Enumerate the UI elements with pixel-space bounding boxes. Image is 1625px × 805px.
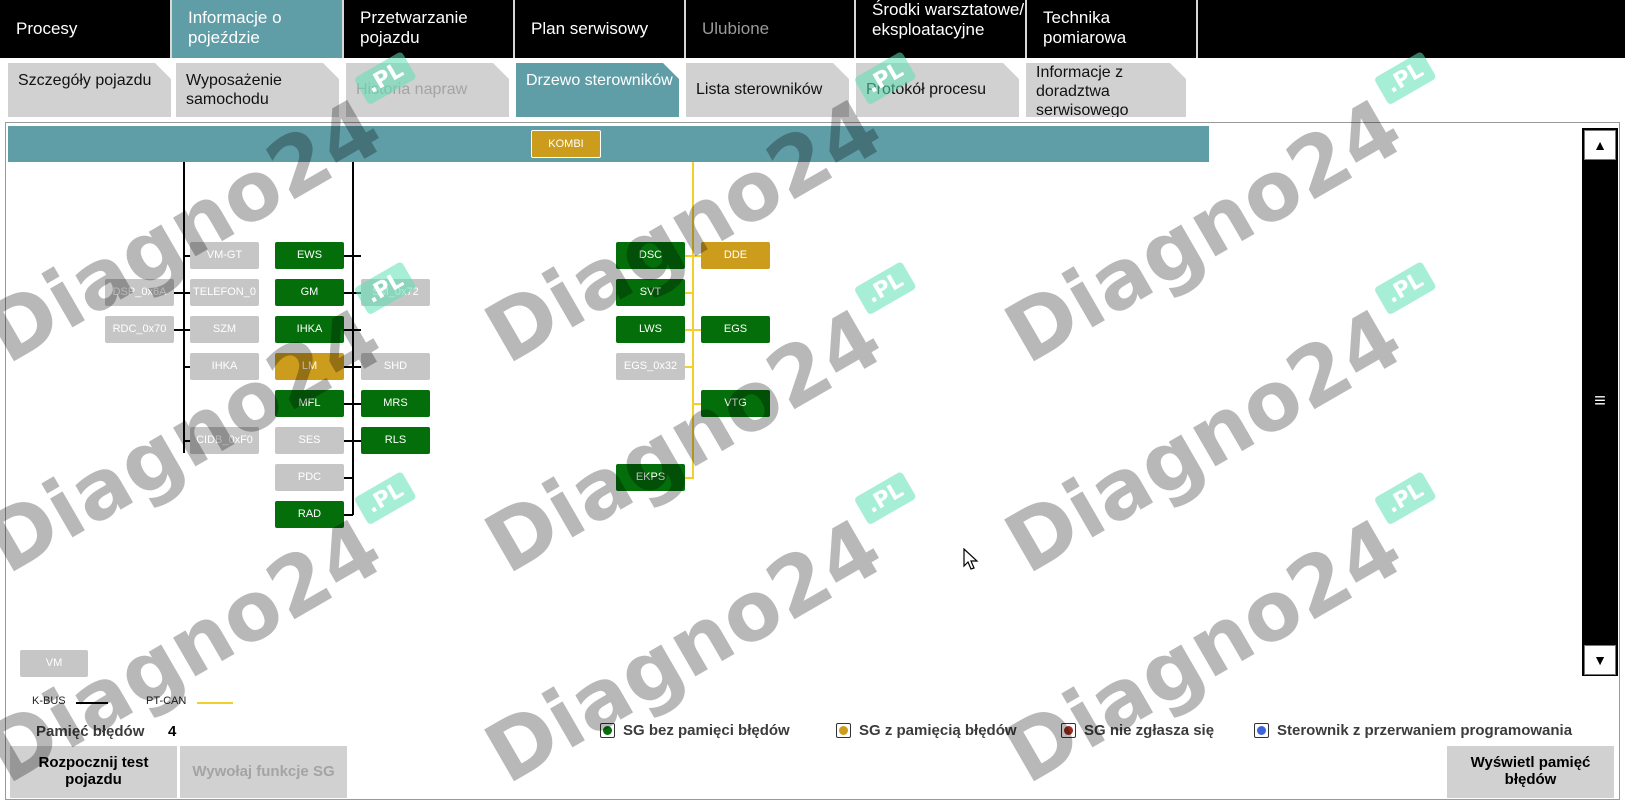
connector bbox=[343, 292, 361, 294]
connector bbox=[343, 366, 361, 368]
ecu-mfl[interactable]: MFL bbox=[275, 390, 344, 417]
ecu-egs[interactable]: EGS bbox=[701, 316, 770, 343]
ecu-dde[interactable]: DDE bbox=[701, 242, 770, 269]
subtab-drzewo-sterownikow[interactable]: Drzewo sterowników bbox=[516, 63, 679, 117]
ptcan-line bbox=[692, 162, 694, 479]
ecu-rdc[interactable]: RDC_0x70 bbox=[105, 316, 174, 343]
scroll-up-icon[interactable]: ▲ bbox=[1584, 130, 1616, 160]
ecu-rad[interactable]: RAD bbox=[275, 501, 344, 528]
ecu-rls[interactable]: RLS bbox=[361, 427, 430, 454]
ecu-mrs[interactable]: MRS bbox=[361, 390, 430, 417]
legend-programming-interrupted: Sterownik z przerwaniem programowania bbox=[1254, 722, 1572, 739]
ecu-tree-panel bbox=[5, 122, 1620, 800]
subtab-szczegoly-pojazdu[interactable]: Szczegóły pojazdu bbox=[8, 63, 171, 117]
ecu-ekps[interactable]: EKPS bbox=[616, 464, 685, 491]
kbus-line-left bbox=[183, 162, 185, 453]
subtab-protokol-procesu[interactable]: Protokół procesu bbox=[856, 63, 1019, 117]
ecu-dsp[interactable]: DSP_0x6A bbox=[105, 279, 174, 306]
connector bbox=[684, 329, 702, 331]
tab-ulubione[interactable]: Ulubione bbox=[686, 0, 856, 58]
subtab-lista-sterownikow[interactable]: Lista sterowników bbox=[686, 63, 849, 117]
ecu-vm[interactable]: VM bbox=[20, 650, 88, 677]
scroll-grip-icon[interactable]: ≡ bbox=[1589, 391, 1611, 411]
tree-header-bar bbox=[8, 126, 1209, 162]
connector bbox=[684, 477, 694, 479]
red-dot-icon bbox=[1061, 723, 1076, 738]
ecu-lm[interactable]: LM bbox=[275, 353, 344, 380]
legend-with-fault: SG z pamięcią błędów bbox=[836, 722, 1017, 739]
ptcan-legend-swatch bbox=[197, 702, 233, 704]
tab-srodki-warsztatowe[interactable]: Środki warsztatowe/ eksploatacyjne bbox=[856, 0, 1027, 58]
tab-informacje-o-pojezdzie[interactable]: Informacje o pojeździe bbox=[172, 0, 344, 58]
legend-label: SG bez pamięci błędów bbox=[623, 722, 790, 739]
tab-technika-pomiarowa[interactable]: Technika pomiarowa bbox=[1027, 0, 1198, 58]
ecu-szm[interactable]: SZM bbox=[190, 316, 259, 343]
ecu-ihka[interactable]: IHKA bbox=[275, 316, 344, 343]
legend-no-fault: SG bez pamięci błędów bbox=[600, 722, 790, 739]
top-tab-bar: Procesy Informacje o pojeździe Przetwarz… bbox=[0, 0, 1625, 58]
connector bbox=[343, 440, 361, 442]
connector bbox=[343, 255, 361, 257]
ecu-svt[interactable]: SVT bbox=[616, 279, 685, 306]
ecu-telefon[interactable]: TELEFON_0 bbox=[190, 279, 259, 306]
green-dot-icon bbox=[600, 723, 615, 738]
tab-plan-serwisowy[interactable]: Plan serwisowy bbox=[515, 0, 686, 58]
mouse-cursor-icon bbox=[963, 548, 979, 570]
ecu-pdc[interactable]: PDC bbox=[275, 464, 344, 491]
ecu-vtg[interactable]: VTG bbox=[701, 390, 770, 417]
kbus-legend-swatch bbox=[76, 702, 108, 704]
subtab-wyposazenie-samochodu[interactable]: Wyposażenie samochodu bbox=[176, 63, 339, 117]
watermark-suffix: .PL bbox=[1373, 51, 1437, 106]
tab-procesy[interactable]: Procesy bbox=[0, 0, 172, 58]
legend-label: SG z pamięcią błędów bbox=[859, 722, 1017, 739]
kbus-legend-label: K-BUS bbox=[32, 695, 66, 707]
ecu-egs32[interactable]: EGS_0x32 bbox=[616, 353, 685, 380]
subtab-informacje-z-doradztwa[interactable]: Informacje z doradztwa serwisowego bbox=[1026, 63, 1186, 117]
fault-memory-label: Pamięć błędów bbox=[36, 723, 145, 740]
ecu-kombi[interactable]: KOMBI bbox=[531, 130, 601, 158]
call-sg-functions-button[interactable]: Wywołaj funkcje SG bbox=[180, 746, 347, 798]
connector bbox=[684, 255, 702, 257]
ecu-dsc[interactable]: DSC bbox=[616, 242, 685, 269]
connector bbox=[343, 477, 353, 479]
show-fault-memory-button[interactable]: Wyświetl pamięć błędów bbox=[1447, 746, 1614, 798]
connector bbox=[684, 366, 694, 368]
legend-label: Sterownik z przerwaniem programowania bbox=[1277, 722, 1573, 739]
legend-not-responding: SG nie zgłasza się bbox=[1061, 722, 1214, 739]
ecu-vm-gt[interactable]: VM-GT bbox=[190, 242, 259, 269]
ecu-ews[interactable]: EWS bbox=[275, 242, 344, 269]
connector bbox=[684, 292, 694, 294]
ecu-sm[interactable]: SM_0x72 bbox=[361, 279, 430, 306]
ecu-ihk-gray[interactable]: IHKA bbox=[190, 353, 259, 380]
ecu-lws[interactable]: LWS bbox=[616, 316, 685, 343]
yellow-dot-icon bbox=[836, 723, 851, 738]
ptcan-legend-label: PT-CAN bbox=[146, 695, 187, 707]
connector bbox=[343, 403, 361, 405]
kbus-line-right bbox=[352, 162, 354, 515]
ecu-ses[interactable]: SES bbox=[275, 427, 344, 454]
subtab-historia-napraw[interactable]: Historia napraw bbox=[346, 63, 509, 117]
ecu-gm[interactable]: GM bbox=[275, 279, 344, 306]
scroll-down-icon[interactable]: ▼ bbox=[1584, 645, 1616, 675]
ecu-shd[interactable]: SHD bbox=[361, 353, 430, 380]
connector bbox=[343, 329, 361, 331]
start-vehicle-test-button[interactable]: Rozpocznij test pojazdu bbox=[10, 746, 177, 798]
ecu-cidb[interactable]: CIDB_0xF0 bbox=[190, 427, 259, 454]
blue-dot-icon bbox=[1254, 723, 1269, 738]
legend-label: SG nie zgłasza się bbox=[1084, 722, 1215, 739]
connector bbox=[343, 514, 353, 516]
fault-memory-count: 4 bbox=[168, 723, 177, 740]
tab-przetwarzanie-pojazdu[interactable]: Przetwarzanie pojazdu bbox=[344, 0, 515, 58]
